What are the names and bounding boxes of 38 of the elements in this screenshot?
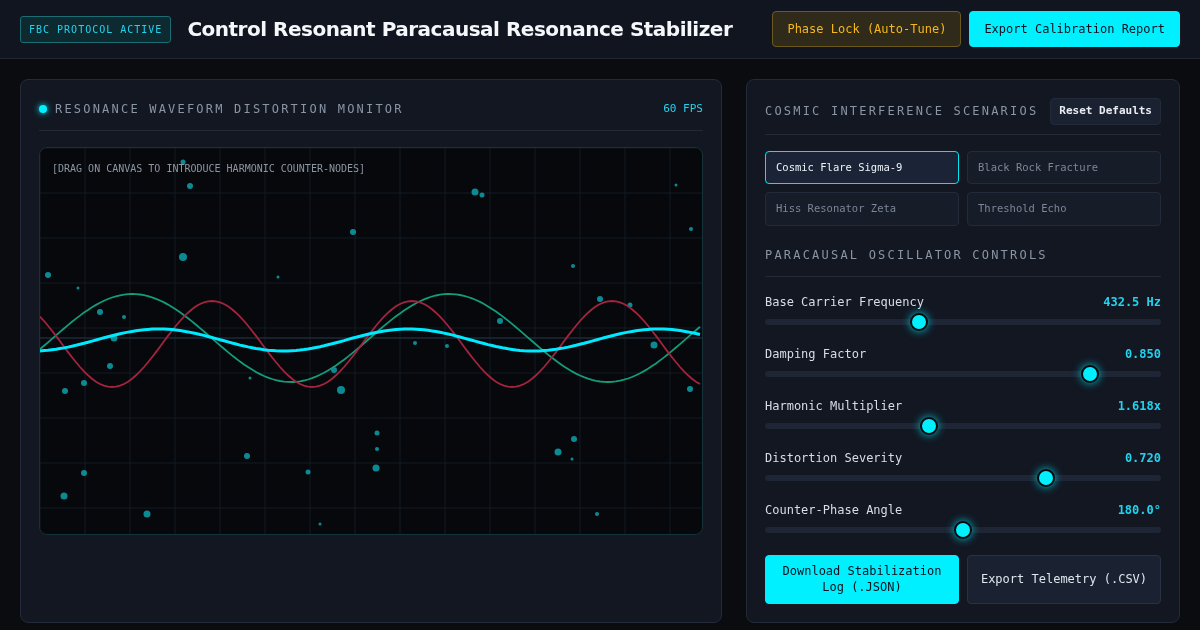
slider[interactable] — [765, 521, 1161, 539]
slider-value: 0.720 — [1124, 450, 1161, 467]
section-title: COSMIC INTERFERENCE SCENARIOS — [765, 103, 1039, 121]
scenario-button[interactable]: Hiss Resonator Zeta — [765, 192, 959, 226]
slider-thumb[interactable] — [1037, 469, 1056, 487]
download-button[interactable]: Download Stabilization Log (.JSON) — [765, 555, 959, 605]
slider-thumb[interactable] — [954, 521, 972, 539]
slider[interactable] — [765, 417, 1161, 435]
fps-counter: 60 FPS — [663, 100, 703, 117]
slider-label: Base Carrier Frequency — [765, 294, 924, 311]
export-button[interactable]: Export Calibration Report — [969, 11, 1180, 47]
slider-value: 432.5 Hz — [1103, 294, 1161, 311]
slider-label: Harmonic Multiplier — [765, 398, 903, 415]
slider[interactable] — [765, 365, 1161, 383]
slider-thumb[interactable] — [1080, 365, 1099, 383]
canvas-hint: [DRAG ON CANVAS TO INTRODUCE HARMONIC COUNTER-NODES] — [52, 162, 366, 176]
scenario-button[interactable]: Cosmic Flare Sigma-9 — [765, 150, 959, 185]
page-title: Control Resonant Paracausal Resonance Stabilizer — [187, 17, 733, 41]
status-badge: FBC PROTOCOL ACTIVE — [20, 15, 172, 43]
slider[interactable] — [765, 469, 1161, 487]
scenario-button[interactable]: Threshold Echo — [967, 192, 1161, 226]
slider-value: 180.0° — [1117, 502, 1161, 519]
phase-lock-button[interactable]: Phase Lock (Auto-Tune) — [772, 11, 962, 47]
reset-button[interactable]: Reset Defaults — [1050, 98, 1161, 125]
slider-label: Distortion Severity — [765, 450, 903, 467]
slider[interactable] — [765, 313, 1161, 331]
slider-label: Damping Factor — [765, 346, 867, 363]
panel-title: RESONANCE WAVEFORM DISTORTION MONITOR — [55, 101, 404, 118]
section-title: PARACAUSAL OSCILLATOR CONTROLS — [765, 242, 1161, 277]
export-button[interactable]: Export Telemetry (.CSV) — [967, 555, 1161, 605]
slider-thumb[interactable] — [910, 313, 929, 331]
slider-value: 1.618x — [1117, 398, 1161, 415]
slider-thumb[interactable] — [920, 417, 939, 435]
waveform-canvas[interactable]: [DRAG ON CANVAS TO INTRODUCE HARMONIC COUNTER-NODES] — [39, 147, 703, 535]
status-dot-icon — [39, 105, 47, 113]
slider-label: Counter-Phase Angle — [765, 502, 903, 519]
scenario-button[interactable]: Black Rock Fracture — [967, 150, 1161, 185]
slider-value: 0.850 — [1124, 346, 1161, 363]
